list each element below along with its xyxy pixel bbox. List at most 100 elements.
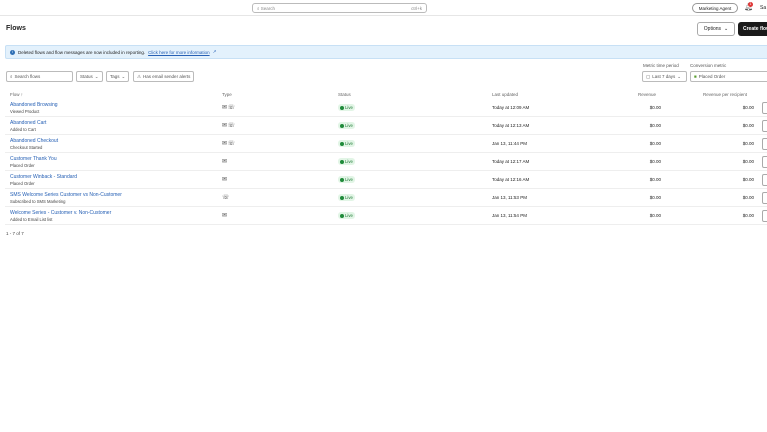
column-revenue-per-recipient[interactable]: Revenue per recipient	[703, 92, 747, 97]
table-row[interactable]: Welcome Series - Customer v. Non-Custome…	[5, 207, 767, 225]
flow-type-icons: ✉☏	[222, 105, 236, 111]
row-action-button[interactable]	[762, 120, 767, 132]
flow-type-icons: ✉	[222, 213, 228, 219]
status-badge: Live	[338, 212, 355, 219]
revenue-per-recipient: $0.00	[742, 105, 754, 110]
status-badge: Live	[338, 176, 355, 183]
flow-trigger: Added to Email List list	[10, 217, 53, 222]
tags-filter[interactable]: Tags ⌄	[106, 71, 130, 82]
marketing-agent-button[interactable]: Marketing Agent	[692, 3, 738, 13]
revenue: $0.00	[649, 159, 661, 164]
flow-trigger: Placed Order	[10, 181, 35, 186]
conversion-metric-select[interactable]: ■ Placed Order	[690, 71, 767, 82]
table-row[interactable]: Customer Thank You Placed Order ✉ Live T…	[5, 153, 767, 171]
row-action-button[interactable]	[762, 210, 767, 222]
flow-type-icons: ☏	[222, 195, 231, 201]
status-label: Live	[345, 195, 353, 200]
revenue: $0.00	[649, 141, 661, 146]
revenue-per-recipient: $0.00	[742, 123, 754, 128]
status-label: Live	[345, 159, 353, 164]
global-search[interactable]: ⌕ Search ctrl+k	[252, 3, 427, 13]
info-banner: i Deleted flows and flow messages are now…	[5, 45, 767, 59]
flow-type-icons: ✉	[222, 159, 228, 165]
column-revenue[interactable]: Revenue	[638, 92, 656, 97]
sender-alerts-label: Has email sender alerts	[143, 74, 191, 79]
table-row[interactable]: Abandoned Checkout Checkout Started ✉☏ L…	[5, 135, 767, 153]
status-filter-label: Status	[80, 74, 93, 79]
last-updated: Jan 13, 11:53 PM	[492, 195, 527, 200]
status-badge: Live	[338, 140, 355, 147]
last-updated: Today at 12:16 AM	[492, 177, 530, 182]
revenue: $0.00	[649, 195, 661, 200]
row-action-button[interactable]	[762, 138, 767, 150]
last-updated: Jan 13, 11:44 PM	[492, 141, 527, 146]
flow-trigger: Added to Cart	[10, 127, 36, 132]
revenue-per-recipient: $0.00	[742, 213, 754, 218]
flow-name-link[interactable]: Customer Winback - Standard	[10, 174, 77, 180]
status-label: Live	[345, 213, 353, 218]
table-row[interactable]: Customer Winback - Standard Placed Order…	[5, 171, 767, 189]
status-label: Live	[345, 123, 353, 128]
check-icon	[340, 177, 344, 182]
calendar-icon: ▢	[646, 73, 651, 79]
search-flows-input[interactable]: ⌕ Search flows	[6, 71, 73, 82]
table-row[interactable]: SMS Welcome Series Customer vs Non-Custo…	[5, 189, 767, 207]
shopify-icon: ■	[694, 74, 697, 79]
user-menu[interactable]: Sa	[760, 5, 766, 11]
warning-icon: ⚠	[137, 73, 142, 79]
status-label: Live	[345, 105, 353, 110]
banner-link[interactable]: Click here for more information	[148, 50, 210, 55]
flow-trigger: Viewed Product	[10, 109, 40, 114]
check-icon	[340, 105, 344, 110]
status-label: Live	[345, 141, 353, 146]
revenue-per-recipient: $0.00	[742, 159, 754, 164]
search-placeholder: Search	[260, 5, 276, 11]
row-action-button[interactable]	[762, 192, 767, 204]
options-button[interactable]: Options ⌄	[697, 22, 735, 36]
metric-period-label: Metric time period	[643, 63, 679, 68]
chevron-down-icon: ⌄	[94, 73, 99, 79]
column-flow[interactable]: Flow ↑	[10, 92, 23, 97]
table-row[interactable]: Abandoned Cart Added to Cart ✉☏ Live Tod…	[5, 117, 767, 135]
tags-filter-label: Tags	[110, 74, 120, 79]
create-flow-button[interactable]: Create flow	[738, 22, 767, 36]
row-action-button[interactable]	[762, 156, 767, 168]
sender-alerts-filter[interactable]: ⚠ Has email sender alerts	[133, 71, 195, 82]
flow-name-link[interactable]: SMS Welcome Series Customer vs Non-Custo…	[10, 192, 122, 198]
table-row[interactable]: Abandoned Browsing Viewed Product ✉☏ Liv…	[5, 99, 767, 117]
column-last-updated[interactable]: Last updated	[492, 92, 518, 97]
revenue: $0.00	[649, 123, 661, 128]
chevron-down-icon: ⌄	[677, 73, 682, 79]
flow-name-link[interactable]: Customer Thank You	[10, 156, 57, 162]
status-filter[interactable]: Status ⌄	[76, 71, 103, 82]
status-label: Live	[345, 177, 353, 182]
search-flows-placeholder: Search flows	[14, 74, 41, 79]
conversion-value: Placed Order	[698, 74, 726, 79]
shortcut-hint: ctrl+k	[411, 5, 422, 11]
last-updated: Today at 12:09 AM	[492, 105, 530, 110]
conversion-label: Conversion metric	[690, 63, 727, 68]
last-updated: Today at 12:13 AM	[492, 123, 530, 128]
chevron-down-icon: ⌄	[121, 73, 126, 79]
revenue: $0.00	[649, 105, 661, 110]
flow-name-link[interactable]: Welcome Series - Customer v. Non-Custome…	[10, 210, 111, 216]
flow-trigger: Subscribed to SMS Marketing	[10, 199, 66, 204]
info-icon: i	[10, 49, 15, 55]
column-status: Status	[338, 92, 351, 97]
flow-name-link[interactable]: Abandoned Cart	[10, 120, 46, 126]
flow-name-link[interactable]: Abandoned Browsing	[10, 102, 58, 108]
banner-text: Deleted flows and flow messages are now …	[18, 49, 146, 55]
status-badge: Live	[338, 194, 355, 201]
revenue-per-recipient: $0.00	[742, 195, 754, 200]
chevron-down-icon: ⌄	[724, 26, 729, 32]
metric-period-select[interactable]: ▢ Last 7 days ⌄	[642, 71, 687, 82]
revenue: $0.00	[649, 177, 661, 182]
check-icon	[340, 123, 344, 128]
page-title: Flows	[6, 25, 26, 32]
status-badge: Live	[338, 122, 355, 129]
row-action-button[interactable]	[762, 174, 767, 186]
row-action-button[interactable]	[762, 102, 767, 114]
flow-name-link[interactable]: Abandoned Checkout	[10, 138, 58, 144]
flow-trigger: Checkout Started	[10, 145, 43, 150]
options-label: Options	[703, 26, 722, 32]
